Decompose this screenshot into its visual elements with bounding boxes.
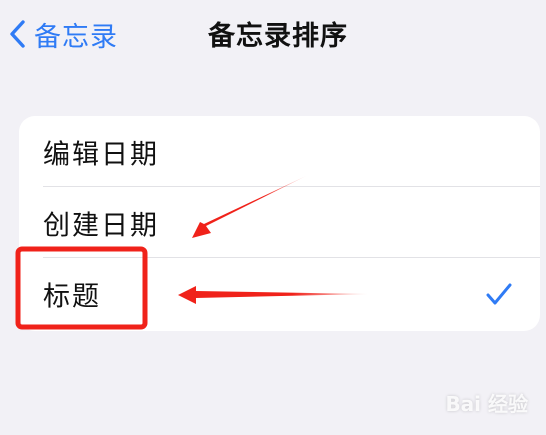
sort-options-list: 编辑日期 创建日期 标题	[19, 116, 540, 331]
watermark-text: Bai 经验	[445, 392, 528, 416]
sort-option-edit-date[interactable]: 编辑日期	[19, 116, 540, 187]
sort-option-label: 标题	[43, 281, 101, 312]
sort-option-label: 创建日期	[43, 210, 159, 241]
watermark-logo: Bai 经验	[445, 388, 528, 417]
sort-option-creation-date[interactable]: 创建日期	[19, 187, 540, 258]
sort-option-label: 编辑日期	[43, 139, 159, 170]
checkmark-icon	[486, 283, 512, 304]
sort-option-title[interactable]: 标题	[19, 258, 540, 329]
navigation-bar: 备忘录 备忘录排序	[0, 0, 546, 70]
page-title: 备忘录排序	[208, 21, 348, 52]
